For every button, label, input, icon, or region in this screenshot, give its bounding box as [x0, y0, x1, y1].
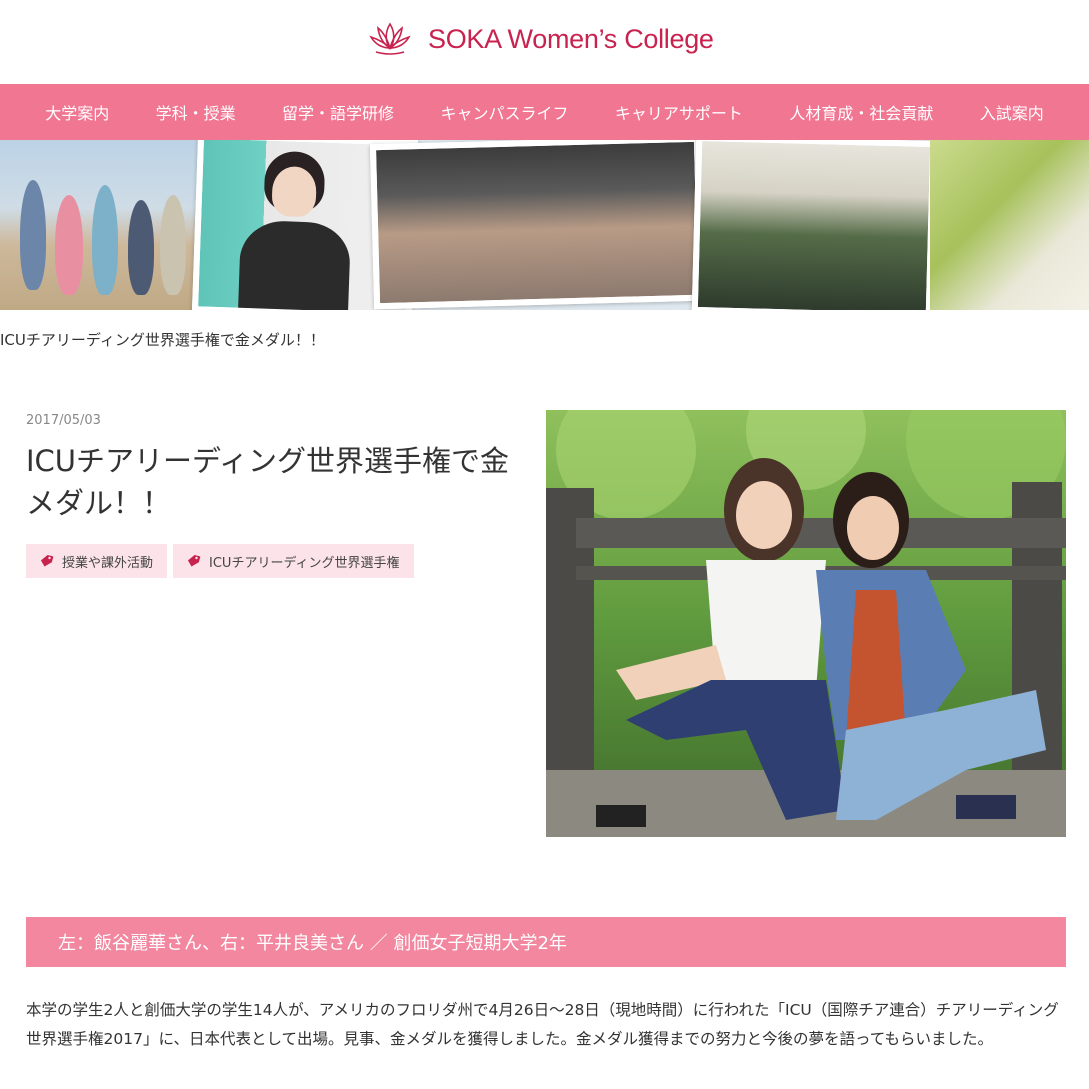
tag-icon: [187, 554, 201, 567]
tag-icon: [40, 554, 54, 567]
banner-photo-graduation: [691, 140, 937, 310]
banner-photo-beach: [0, 140, 215, 310]
tag-icu-cheerleading[interactable]: ICUチアリーディング世界選手権: [173, 544, 414, 578]
nav-item-social-contribution[interactable]: 人材育成・社会貢献: [789, 100, 933, 124]
main-nav: 大学案内 学科・授業 留学・語学研修 キャンパスライフ キャリアサポート 人材育…: [0, 84, 1089, 140]
tag-label: 授業や課外活動: [62, 555, 154, 571]
banner-photo-leaves: [930, 140, 1089, 310]
article-photo: [546, 410, 1066, 837]
banner-photo-class: [369, 140, 705, 310]
page-title: ICUチアリーディング世界選手権で金メダル！！: [26, 444, 509, 520]
logo-text: SOKA Women’s College: [428, 23, 714, 54]
tag-label: ICUチアリーディング世界選手権: [209, 555, 400, 571]
nav-item-courses[interactable]: 学科・授業: [156, 100, 236, 124]
photo-caption: 左：飯谷麗華さん、右：平井良美さん ／ 創価女子短期大学2年: [26, 917, 1066, 967]
nav-item-campus-life[interactable]: キャンパスライフ: [440, 100, 568, 124]
lotus-icon: [369, 22, 411, 55]
nav-item-admissions[interactable]: 入試案内: [980, 100, 1044, 124]
site-logo[interactable]: SOKA Women’s College: [368, 20, 714, 58]
hero-banner: [0, 140, 1089, 310]
breadcrumb: ICUチアリーディング世界選手権で金メダル！！: [0, 331, 325, 349]
site-header: SOKA Women’s College: [0, 0, 1089, 84]
post-date: 2017/05/03: [26, 413, 101, 428]
photo-illustration: [546, 410, 1066, 837]
tag-list: 授業や課外活動 ICUチアリーディング世界選手権: [26, 544, 414, 578]
nav-item-about[interactable]: 大学案内: [45, 100, 109, 124]
nav-item-study-abroad[interactable]: 留学・語学研修: [282, 100, 394, 124]
tag-activities[interactable]: 授業や課外活動: [26, 544, 168, 578]
nav-item-career-support[interactable]: キャリアサポート: [615, 100, 743, 124]
article-body: 本学の学生2人と創価大学の学生14人が、アメリカのフロリダ州で4月26日〜28日…: [26, 1001, 1059, 1048]
